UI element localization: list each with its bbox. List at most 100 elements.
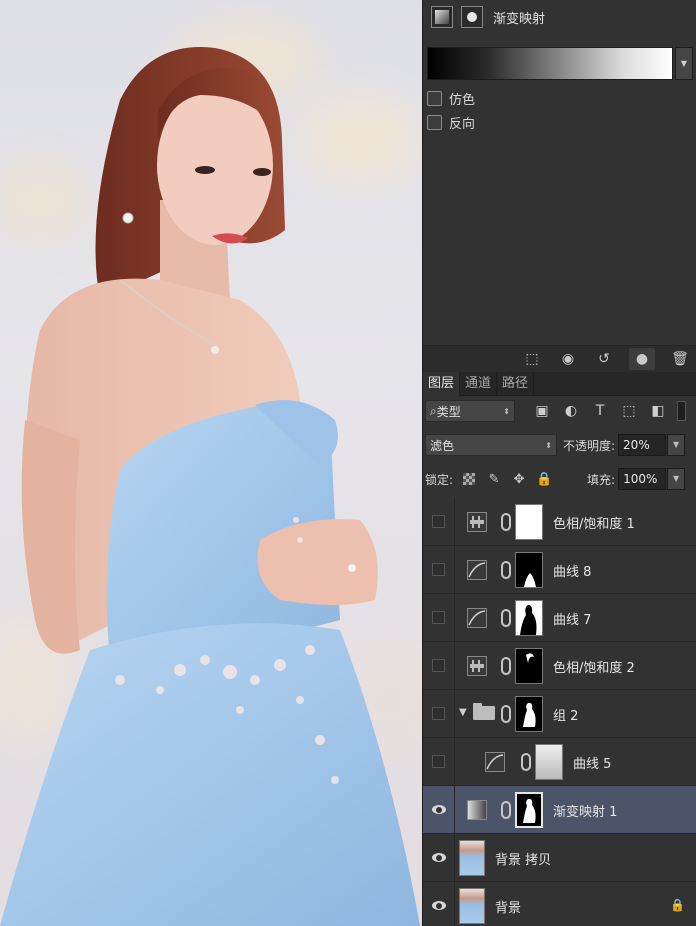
layer-row[interactable]: 曲线 8 <box>423 546 696 594</box>
lock-move-icon[interactable]: ✥ <box>510 470 528 488</box>
reverse-option[interactable]: 反向 <box>427 113 475 132</box>
layer-thumbnail[interactable] <box>459 888 485 924</box>
opacity-input[interactable]: 20% <box>618 434 667 456</box>
visibility-toggle[interactable] <box>423 498 455 545</box>
layer-name: 组 2 <box>553 709 579 724</box>
gradient-map-icon[interactable] <box>431 6 453 28</box>
layer-row[interactable]: 曲线 7 <box>423 594 696 642</box>
layer-name: 背景 <box>495 901 522 916</box>
reverse-checkbox[interactable] <box>427 115 442 130</box>
visibility-toggle[interactable] <box>423 786 455 833</box>
visibility-toggle[interactable] <box>423 546 455 593</box>
layer-row-selected[interactable]: 渐变映射 1 <box>423 786 696 834</box>
eye-icon <box>431 901 446 910</box>
layer-mask-thumbnail[interactable] <box>515 648 543 684</box>
layer-mask-thumbnail[interactable] <box>515 600 543 636</box>
visibility-toggle[interactable] <box>423 642 455 689</box>
gradient-map-icon <box>467 800 487 820</box>
adjustment-filter-icon[interactable]: ◐ <box>560 400 582 422</box>
lock-icon: 🔒 <box>670 898 685 912</box>
layer-mask-thumbnail[interactable] <box>515 792 543 828</box>
layer-name: 色相/饱和度 2 <box>553 661 635 676</box>
photo-canvas[interactable] <box>0 0 422 926</box>
properties-footer: ⬚ ◉ ↺ ● 🗑 <box>423 345 696 372</box>
smart-object-filter-icon[interactable]: ◧ <box>647 400 669 422</box>
mask-icon[interactable] <box>461 6 483 28</box>
link-icon[interactable] <box>501 657 511 675</box>
lock-transparent-icon[interactable] <box>460 470 478 488</box>
filter-toggle[interactable] <box>677 401 686 421</box>
layer-row[interactable]: 背景 拷贝 <box>423 834 696 882</box>
visibility-toggle[interactable] <box>423 834 455 881</box>
fill-dropdown-button[interactable]: ▼ <box>667 468 686 490</box>
layer-mask-thumbnail[interactable] <box>515 552 543 588</box>
layer-mask-thumbnail[interactable] <box>535 744 563 780</box>
trash-icon[interactable]: 🗑 <box>667 348 693 370</box>
tab-channels[interactable]: 通道 <box>460 372 498 396</box>
filter-type-label: 类型 <box>436 404 461 419</box>
search-icon: ⌕ <box>430 403 437 418</box>
layer-row[interactable]: 色相/饱和度 1 <box>423 498 696 546</box>
opacity-dropdown-button[interactable]: ▼ <box>667 434 686 456</box>
layer-filter-select[interactable]: ⌕ 类型 ⬍ <box>425 400 515 422</box>
type-filter-icon[interactable]: T <box>589 400 611 422</box>
curves-icon <box>467 608 487 628</box>
tab-paths[interactable]: 路径 <box>497 372 535 396</box>
link-icon[interactable] <box>501 705 511 723</box>
link-icon[interactable] <box>501 513 511 531</box>
blend-bar: 滤色 ⬍ 不透明度: 20% ▼ <box>423 430 696 460</box>
eye-icon <box>431 805 446 814</box>
visibility-toggle[interactable] <box>423 690 455 737</box>
layer-row[interactable]: 曲线 5 <box>423 738 696 786</box>
clip-to-layer-icon[interactable]: ⬚ <box>519 348 545 370</box>
layer-name: 曲线 5 <box>573 757 612 772</box>
lock-brush-icon[interactable]: ✎ <box>485 470 503 488</box>
layer-name: 背景 拷贝 <box>495 853 552 868</box>
dither-label: 仿色 <box>449 93 476 108</box>
shape-filter-icon[interactable]: ⬚ <box>618 400 640 422</box>
blend-mode-select[interactable]: 滤色 ⬍ <box>425 434 557 456</box>
fill-input[interactable]: 100% <box>618 468 667 490</box>
mask-shape <box>523 702 536 727</box>
mask-shape <box>526 653 534 663</box>
link-icon[interactable] <box>501 801 511 819</box>
visibility-toggle[interactable] <box>423 882 455 926</box>
visibility-toggle[interactable] <box>423 738 455 785</box>
mask-shape <box>523 798 536 823</box>
view-previous-icon[interactable]: ◉ <box>555 348 581 370</box>
link-icon[interactable] <box>501 561 511 579</box>
layer-row[interactable]: 色相/饱和度 2 <box>423 642 696 690</box>
layer-name: 曲线 8 <box>553 565 592 580</box>
layer-name: 曲线 7 <box>553 613 592 628</box>
lock-all-icon[interactable]: 🔒 <box>535 470 553 488</box>
lock-label: 锁定: <box>425 472 454 487</box>
gradient-preview[interactable] <box>427 47 673 80</box>
link-icon[interactable] <box>521 753 531 771</box>
layers-panel: 图层 通道 路径 ⌕ 类型 ⬍ ▣ ◐ T ⬚ ◧ 滤色 ⬍ 不透明度: 20%… <box>423 372 696 926</box>
mask-shape <box>520 605 537 635</box>
curves-icon <box>467 560 487 580</box>
expand-caret-icon[interactable]: ▼ <box>459 707 467 718</box>
visibility-eye-icon[interactable]: ● <box>629 348 655 370</box>
dither-option[interactable]: 仿色 <box>427 89 475 108</box>
layer-filter-bar: ⌕ 类型 ⬍ ▣ ◐ T ⬚ ◧ <box>423 396 696 426</box>
tab-layers[interactable]: 图层 <box>423 372 461 396</box>
curves-icon <box>485 752 505 772</box>
chevron-updown-icon: ⬍ <box>545 440 552 450</box>
layer-mask-thumbnail[interactable] <box>515 504 543 540</box>
visibility-toggle[interactable] <box>423 594 455 641</box>
image-filter-icon[interactable]: ▣ <box>531 400 553 422</box>
gradient-dropdown-button[interactable]: ▼ <box>675 47 693 80</box>
panel-tabs: 图层 通道 路径 <box>423 372 696 396</box>
layer-group-row[interactable]: ▼ 组 2 <box>423 690 696 738</box>
dither-checkbox[interactable] <box>427 91 442 106</box>
layer-row[interactable]: 背景 🔒 <box>423 882 696 926</box>
link-icon[interactable] <box>501 609 511 627</box>
layer-thumbnail[interactable] <box>459 840 485 876</box>
folder-icon <box>473 703 495 720</box>
blend-mode-value: 滤色 <box>430 438 455 453</box>
reset-icon[interactable]: ↺ <box>591 348 617 370</box>
layer-list: 色相/饱和度 1 曲线 8 曲线 7 色相/饱和度 2 ▼ 组 2 曲线 5 渐… <box>423 498 696 926</box>
reverse-label: 反向 <box>449 117 476 132</box>
layer-mask-thumbnail[interactable] <box>515 696 543 732</box>
